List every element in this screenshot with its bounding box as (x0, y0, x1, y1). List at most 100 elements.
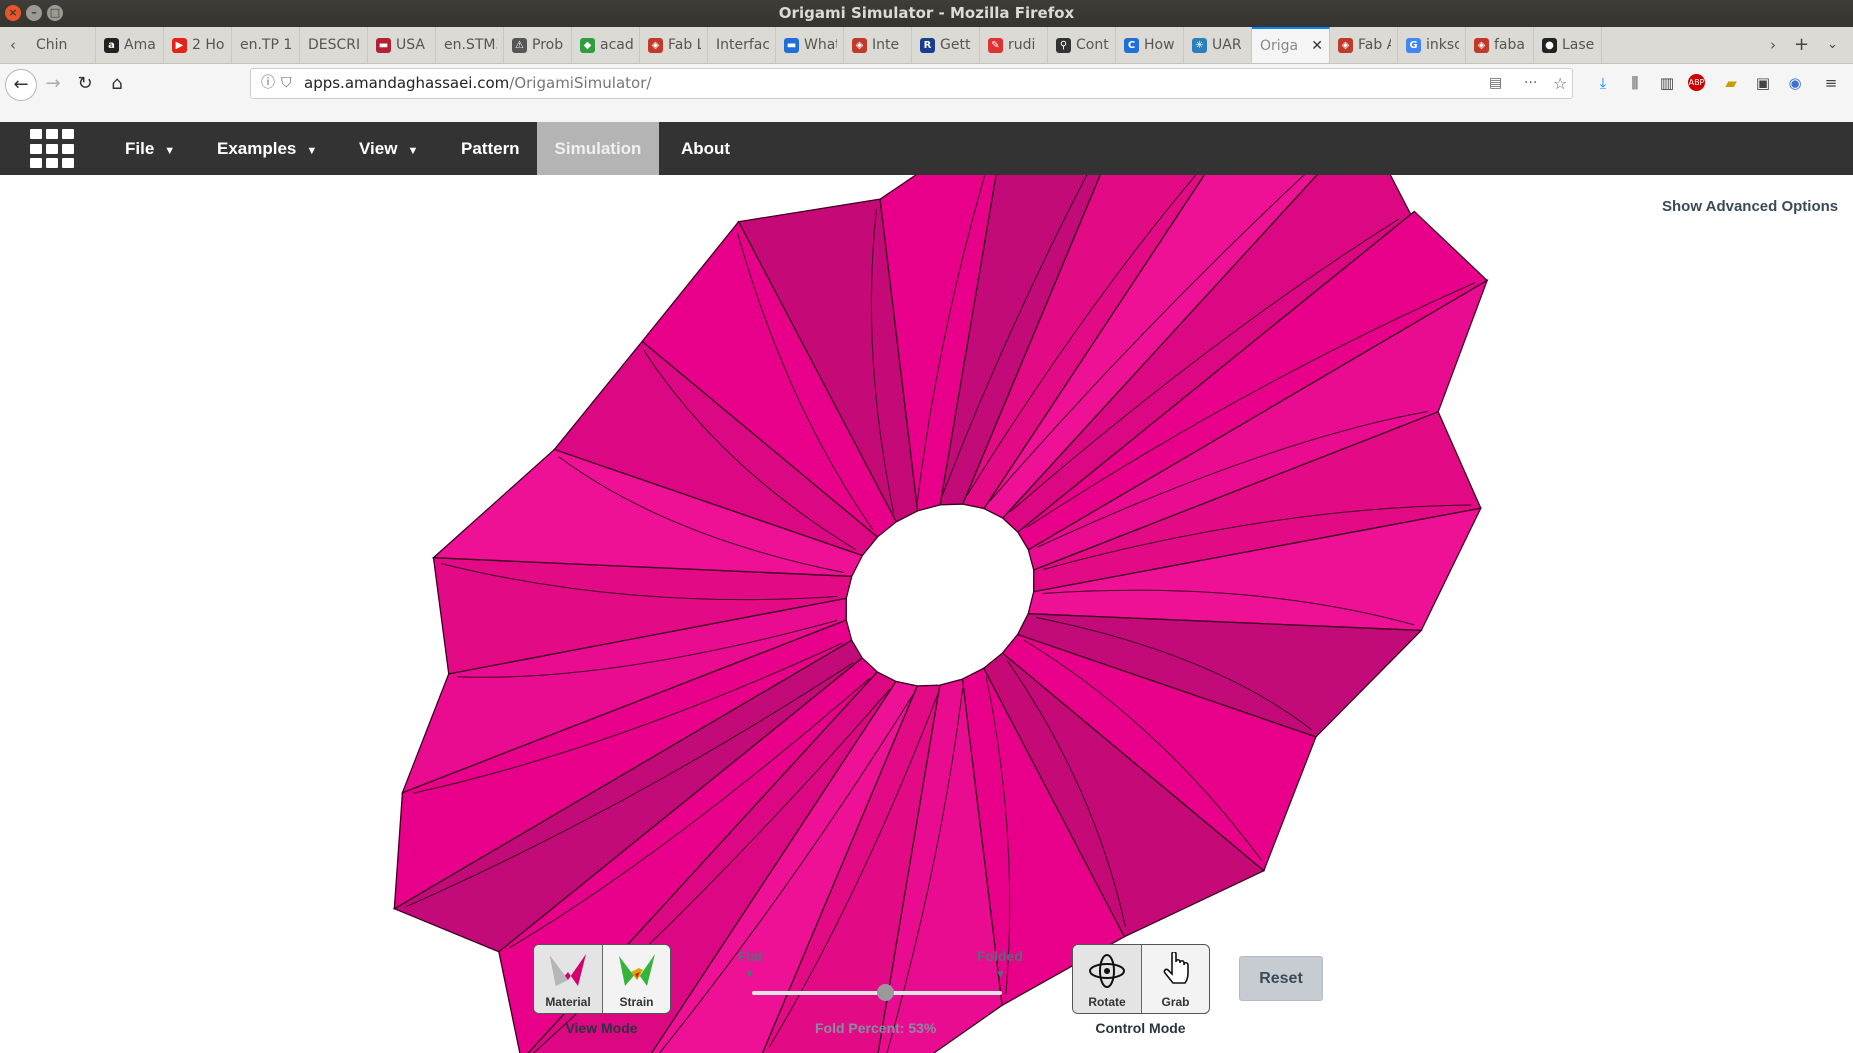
browser-tab[interactable]: Interfac (708, 27, 776, 63)
shield-icon[interactable]: ⛉ (281, 69, 292, 98)
browser-tab[interactable]: a Ama (96, 27, 164, 63)
browser-tab[interactable]: ◈ Fab A (1330, 27, 1398, 63)
tab-label: en.TP 15 (240, 37, 293, 53)
rotate-icon (1089, 954, 1125, 988)
tab-close-icon[interactable]: ✕ (1311, 38, 1323, 54)
tab-favicon-icon: G (1406, 37, 1421, 53)
account-icon[interactable]: ◉ (1784, 72, 1806, 94)
menu-simulation[interactable]: Simulation (537, 122, 659, 175)
back-arrow-icon[interactable]: ← (5, 69, 37, 101)
material-mode-button[interactable]: Material (534, 945, 602, 1013)
tab-label: acad (600, 37, 633, 53)
tab-favicon-icon: a (104, 37, 119, 53)
tabs-scroll-left-icon[interactable]: ‹ (2, 27, 24, 63)
tab-favicon-icon: C (1124, 37, 1139, 53)
strain-icon (619, 954, 655, 986)
tab-favicon-icon: ◈ (852, 37, 867, 53)
apps-grid-icon[interactable] (30, 129, 74, 169)
origami-model (392, 175, 1489, 1053)
material-icon (550, 954, 586, 986)
tab-strip: ‹ Chin a Ama ▶ 2 Ho en.TP 15 DESCRIP ▬ USA en.STM… (0, 27, 1853, 64)
browser-tab[interactable]: ▬ USA (368, 27, 436, 63)
forward-arrow-icon[interactable]: → (38, 69, 68, 99)
tab-favicon-icon: ✎ (988, 37, 1003, 53)
rotate-mode-button[interactable]: Rotate (1073, 945, 1141, 1013)
menu-pattern[interactable]: Pattern (443, 122, 538, 175)
browser-tab[interactable]: Chin (28, 27, 96, 63)
tab-label: DESCRIP (308, 37, 361, 53)
browser-tab[interactable]: ◈ Inte (844, 27, 912, 63)
menu-file[interactable]: File ▼ (107, 122, 193, 175)
fold-flat-label: Flat (738, 948, 763, 964)
reload-icon[interactable]: ↻ (70, 69, 100, 99)
page-actions-icon[interactable]: ··· (1524, 69, 1537, 98)
tab-label: Prob (532, 37, 564, 53)
chevron-down-icon: ▼ (407, 145, 419, 157)
tab-favicon-icon: ◆ (580, 37, 595, 53)
browser-tab[interactable]: ✳ UAR (1184, 27, 1252, 63)
menu-examples[interactable]: Examples ▼ (199, 122, 335, 175)
reader-view-icon[interactable]: ▤ (1489, 69, 1502, 98)
tab-favicon-icon: ▶ (172, 37, 187, 53)
tab-favicon-icon: ◈ (1338, 37, 1353, 53)
browser-tab[interactable]: C How (1116, 27, 1184, 63)
library-icon[interactable]: ⫼ (1624, 72, 1646, 94)
browser-tab[interactable]: ▬ What (776, 27, 844, 63)
grab-mode-button[interactable]: Grab (1141, 945, 1209, 1013)
tab-favicon-icon: ⚠ (512, 37, 527, 53)
browser-tab[interactable]: ✎ rudi (980, 27, 1048, 63)
tab-label: 2 Ho (192, 37, 225, 53)
url-text[interactable]: apps.amandaghassaei.com/OrigamiSimulator… (304, 69, 651, 98)
download-icon[interactable]: ⤓ (1592, 72, 1614, 94)
simulation-canvas[interactable] (0, 175, 1853, 1053)
tab-label: Gett (940, 37, 971, 53)
browser-tab[interactable]: ▶ 2 Ho (164, 27, 232, 63)
browser-tab[interactable]: DESCRIP (300, 27, 368, 63)
strain-mode-button[interactable]: Strain (602, 945, 670, 1013)
browser-tab[interactable]: Ginksc (1398, 27, 1466, 63)
reset-button[interactable]: Reset (1239, 956, 1323, 1001)
tab-label: Origa (1260, 38, 1299, 54)
flat-tick-icon: ▼ (746, 970, 753, 980)
folded-tick-icon: ▼ (997, 970, 1004, 980)
view-mode-toggle: Material Strain (533, 944, 671, 1014)
tab-list: Chin a Ama ▶ 2 Ho en.TP 15 DESCRIP ▬ USA en.STM3 ⚠… (28, 27, 1602, 63)
browser-tab[interactable]: en.TP 15 (232, 27, 300, 63)
adblock-icon[interactable]: ABP (1688, 74, 1705, 91)
tab-favicon-icon: R (920, 37, 935, 53)
new-tab-icon[interactable]: + (1794, 27, 1809, 63)
fold-slider-handle[interactable] (876, 984, 894, 1001)
bookmark-star-icon[interactable]: ☆ (1553, 69, 1567, 98)
home-icon[interactable]: ⌂ (102, 69, 132, 99)
fold-folded-label: Folded (977, 948, 1023, 964)
browser-tab[interactable]: en.STM3 (436, 27, 504, 63)
menu-about[interactable]: About (663, 122, 748, 175)
tab-label: Lase (1562, 37, 1595, 53)
browser-tab[interactable]: Origa ✕ (1252, 27, 1330, 63)
browser-tab[interactable]: ◈ Fab L (640, 27, 708, 63)
sidebar-icon[interactable]: ▥ (1656, 72, 1678, 94)
tab-label: inksc (1426, 37, 1459, 53)
url-bar[interactable]: ⓘ ⛉ apps.amandaghassaei.com/OrigamiSimul… (250, 68, 1573, 99)
browser-tab[interactable]: R Gett (912, 27, 980, 63)
browser-tab[interactable]: ◈ faba (1466, 27, 1534, 63)
hamburger-menu-icon[interactable]: ≡ (1820, 72, 1842, 94)
tab-label: Fab A (1358, 37, 1391, 53)
browser-tab[interactable]: ⚲ Cont (1048, 27, 1116, 63)
window-title: Origami Simulator - Mozilla Firefox (778, 4, 1075, 22)
info-icon[interactable]: ⓘ (261, 69, 275, 98)
tab-label: UAR (1212, 37, 1242, 53)
tab-label: Fab L (668, 37, 701, 53)
window-titlebar: × – □ Origami Simulator - Mozilla Firefo… (0, 0, 1853, 27)
navigation-toolbar: ← → ↻ ⌂ ⓘ ⛉ apps.amandaghassaei.com/Orig… (0, 64, 1853, 104)
extension-icon[interactable]: ▰ (1720, 72, 1742, 94)
tab-label: Ama (124, 37, 156, 53)
app-navbar: File ▼ Examples ▼ View ▼ Pattern Simulation… (0, 122, 1853, 175)
browser-tab[interactable]: ◆ acad (572, 27, 640, 63)
tabs-scroll-right-icon[interactable]: › (1762, 27, 1784, 63)
tab-list-menu-icon[interactable]: ⌄ (1827, 27, 1838, 63)
browser-tab[interactable]: ⚠ Prob (504, 27, 572, 63)
menu-view[interactable]: View ▼ (341, 122, 436, 175)
pocket-icon[interactable]: ▣ (1752, 72, 1774, 94)
browser-tab[interactable]: ● Lase (1534, 27, 1602, 63)
